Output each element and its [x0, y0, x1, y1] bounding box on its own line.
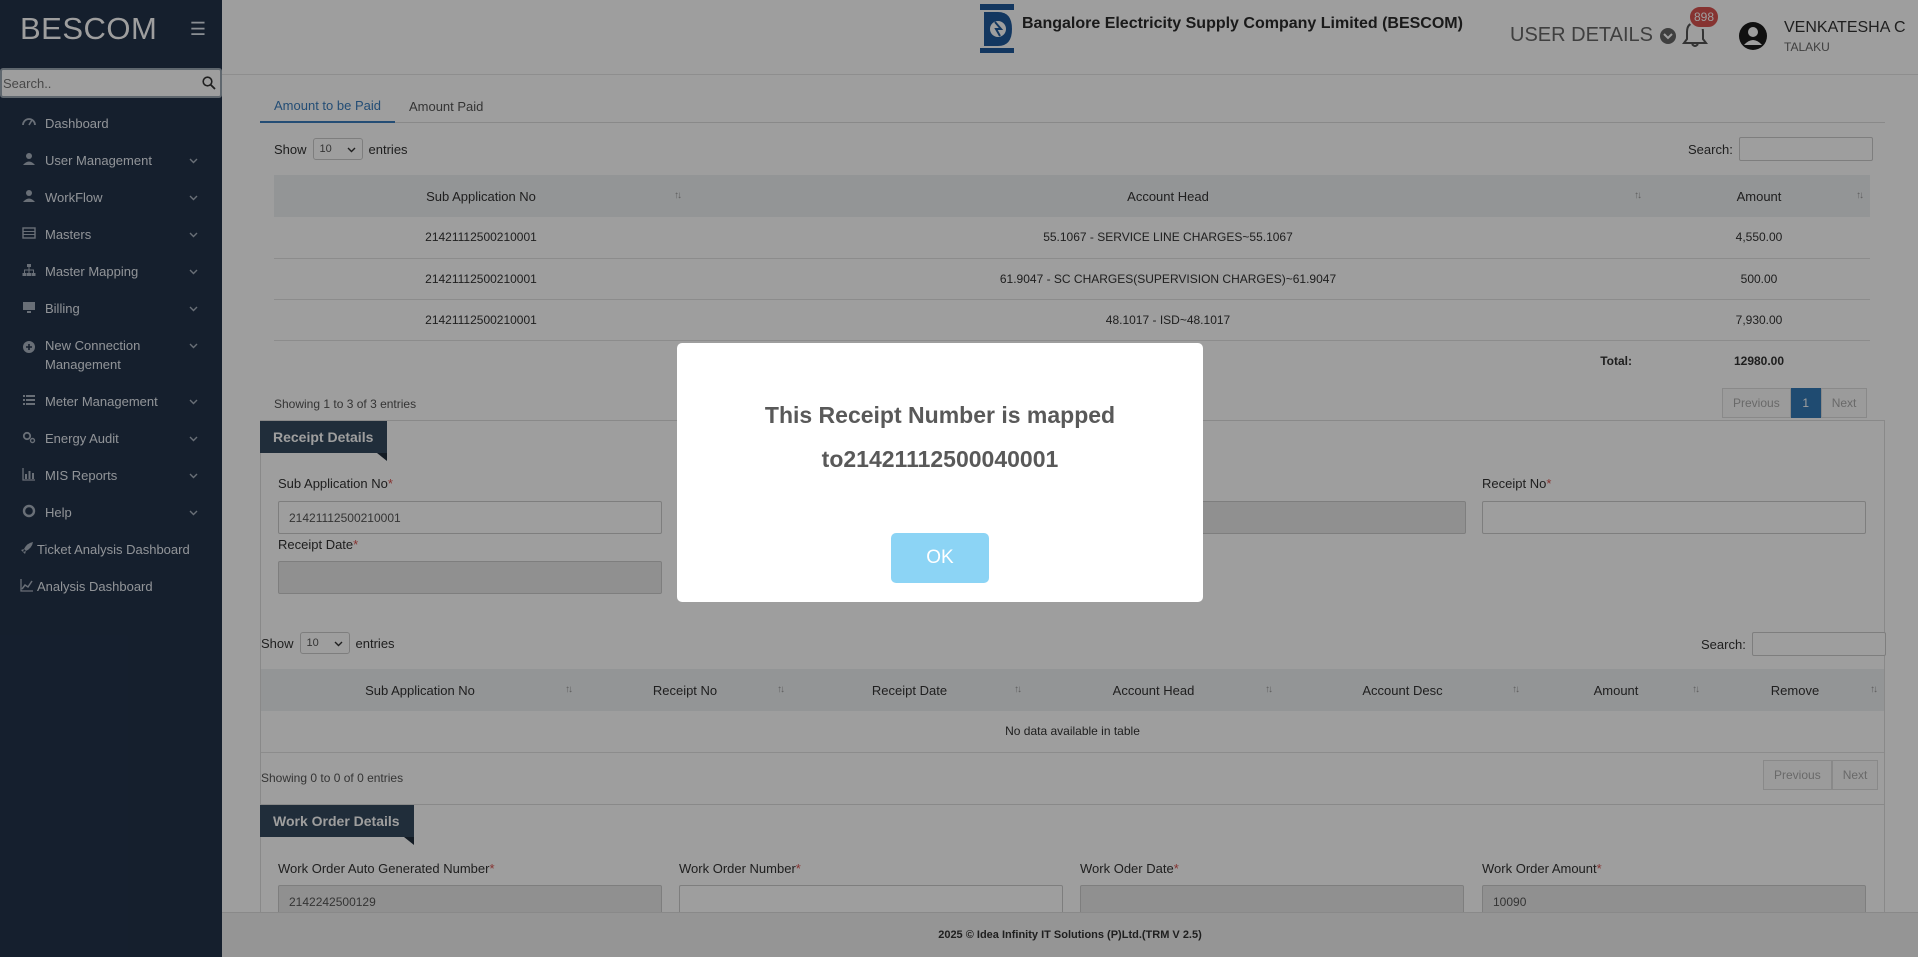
ok-button[interactable]: OK	[891, 533, 989, 583]
alert-message-line1: This Receipt Number is mapped	[764, 402, 1116, 428]
alert-message-line2: to21421112500040001	[821, 446, 1059, 472]
alert-message: This Receipt Number is mapped to21421112…	[677, 393, 1203, 481]
alert-dialog: This Receipt Number is mapped to21421112…	[677, 343, 1203, 602]
